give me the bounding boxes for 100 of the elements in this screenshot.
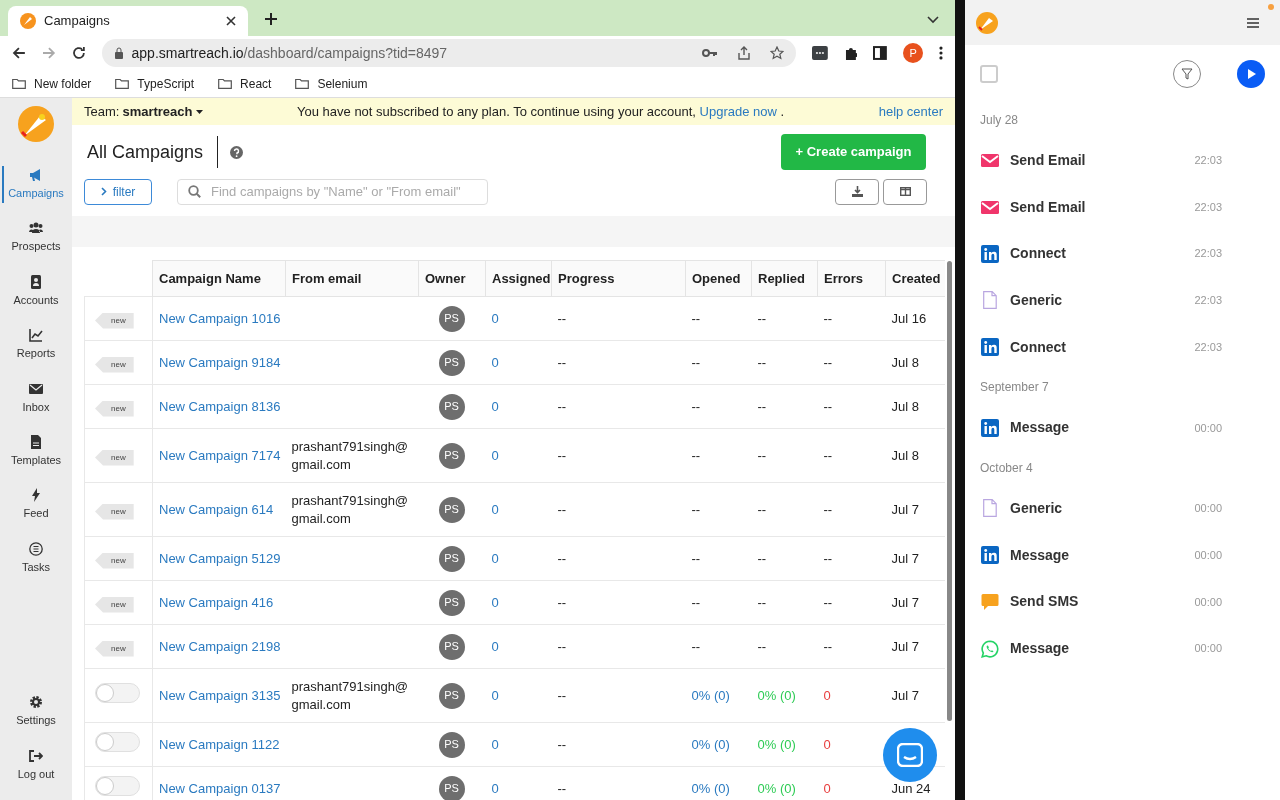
campaign-name-link[interactable]: New Campaign 614	[159, 501, 274, 517]
task-item[interactable]: Connect 22:03	[980, 230, 1265, 278]
filter-button[interactable]: filter	[84, 178, 152, 205]
column-header[interactable]: Opened	[685, 260, 752, 297]
column-header[interactable]: Progress	[551, 260, 686, 297]
sidebar-item[interactable]: Campaigns	[0, 158, 72, 212]
bookmark[interactable]: New folder	[12, 74, 92, 93]
campaign-name-link[interactable]: New Campaign 9184	[159, 354, 281, 370]
profile-avatar[interactable]: P	[903, 43, 924, 63]
search-field[interactable]: Find campaigns by "Name" or "From email"	[177, 178, 488, 205]
toggle-switch[interactable]	[95, 683, 140, 704]
campaign-name-link[interactable]: New Campaign 0137	[159, 780, 281, 796]
new-tag: new	[95, 449, 134, 466]
browser-tab[interactable]: Campaigns	[8, 6, 248, 36]
play-button[interactable]	[1237, 60, 1265, 88]
task-item[interactable]: Send Email 22:03	[980, 183, 1265, 231]
columns-button[interactable]	[883, 178, 927, 205]
tab-title: Campaigns	[44, 12, 111, 31]
id-card-icon	[29, 274, 43, 289]
sidebar-item[interactable]: Templates	[0, 424, 72, 479]
task-label: Send Email	[1010, 197, 1087, 217]
logo-icon[interactable]	[976, 11, 998, 34]
sidebar-item[interactable]: Accounts	[0, 264, 72, 319]
star-icon[interactable]	[769, 46, 784, 60]
sidebar-item[interactable]: Feed	[0, 478, 72, 532]
task-item[interactable]: Message 00:00	[980, 404, 1265, 452]
campaign-name-link[interactable]: New Campaign 5129	[159, 550, 281, 566]
task-label: Send Email	[1010, 150, 1087, 170]
task-item[interactable]: Connect 22:03	[980, 323, 1265, 371]
toggle-switch[interactable]	[95, 732, 140, 753]
created-date: Jun 24	[891, 780, 931, 796]
chevron-down-icon[interactable]	[927, 16, 939, 24]
task-item[interactable]: Send Email 22:03	[980, 137, 1265, 184]
task-item[interactable]: Send SMS 00:00	[980, 578, 1265, 626]
sidebar-item[interactable]: Settings	[0, 685, 72, 739]
team-selector[interactable]: Team: smartreach	[84, 101, 203, 122]
sidebar-item[interactable]: Prospects	[0, 211, 72, 265]
campaign-name-link[interactable]: New Campaign 3135	[159, 687, 281, 703]
side-panel-icon[interactable]	[873, 46, 888, 60]
task-time: 00:00	[1194, 501, 1222, 517]
campaign-name-link[interactable]: New Campaign 7174	[159, 447, 281, 463]
task-label: Connect	[1010, 244, 1067, 264]
owner-avatar: PS	[438, 305, 465, 332]
task-item[interactable]: Message 00:00	[980, 531, 1265, 579]
errors-text: 0	[823, 687, 831, 703]
sidebar-item[interactable]: Log out	[0, 738, 72, 792]
key-icon[interactable]	[701, 48, 718, 58]
download-button[interactable]	[835, 178, 879, 205]
help-center-link[interactable]: help center	[878, 101, 943, 122]
errors-text: --	[823, 501, 833, 517]
column-header[interactable]: Created	[885, 260, 945, 297]
share-icon[interactable]	[737, 46, 750, 60]
new-tab-icon[interactable]	[264, 12, 278, 26]
bookmark[interactable]: Selenium	[295, 74, 368, 93]
linkedin-icon	[981, 244, 999, 263]
chat-button[interactable]	[883, 728, 937, 782]
back-icon[interactable]	[12, 46, 26, 60]
task-time: 00:00	[1194, 641, 1222, 657]
close-icon[interactable]	[226, 16, 236, 26]
campaign-name-link[interactable]: New Campaign 2198	[159, 638, 281, 654]
upgrade-link[interactable]: Upgrade now	[699, 103, 777, 119]
assigned-count: 0	[491, 594, 499, 610]
task-item[interactable]: Generic 00:00	[980, 485, 1265, 532]
toggle-switch[interactable]	[95, 776, 140, 797]
help-icon[interactable]	[230, 145, 244, 159]
column-header[interactable]: Replied	[751, 260, 818, 297]
task-label: Send SMS	[1010, 592, 1080, 612]
date-heading: October 4	[980, 460, 1034, 478]
opened-text: --	[691, 447, 701, 463]
campaign-name-link[interactable]: New Campaign 8136	[159, 398, 281, 414]
checkbox[interactable]	[980, 65, 998, 83]
scrollbar-thumb[interactable]	[947, 261, 952, 721]
new-tag: new	[95, 312, 134, 329]
column-header[interactable]: Errors	[817, 260, 886, 297]
column-header[interactable]: Assigned	[485, 260, 552, 297]
assigned-count: 0	[491, 687, 499, 703]
campaign-name-link[interactable]: New Campaign 416	[159, 594, 274, 610]
bookmark[interactable]: TypeScript	[115, 74, 195, 93]
replied-text: --	[757, 594, 767, 610]
campaign-name-link[interactable]: New Campaign 1122	[159, 736, 280, 752]
campaign-name-link[interactable]: New Campaign 1016	[159, 310, 281, 326]
task-item[interactable]: Generic 22:03	[980, 277, 1265, 324]
download-icon	[851, 186, 863, 197]
whatsapp-icon	[981, 639, 999, 658]
reload-icon[interactable]	[71, 46, 86, 60]
bookmark[interactable]: React	[218, 74, 272, 93]
task-item[interactable]: Message 00:00	[980, 625, 1265, 672]
sidebar-item[interactable]: Reports	[0, 318, 72, 372]
puzzle-icon[interactable]	[843, 46, 858, 60]
menu-icon[interactable]	[1247, 17, 1259, 28]
email-text: prashant791singh@gmail.com	[291, 678, 409, 712]
address-bar[interactable]: app.smartreach.io/dashboard/campaigns?tid=8497	[101, 39, 796, 67]
extension-icon[interactable]	[811, 46, 828, 60]
more-icon[interactable]	[939, 46, 943, 60]
column-header[interactable]: Campaign Name	[152, 260, 286, 297]
sidebar-item[interactable]: Tasks	[0, 531, 72, 586]
opened-text: 0% (0)	[691, 780, 730, 796]
column-header[interactable]: Owner	[418, 260, 486, 297]
sidebar-item[interactable]: Inbox	[0, 371, 72, 425]
column-header[interactable]: From email	[285, 260, 419, 297]
